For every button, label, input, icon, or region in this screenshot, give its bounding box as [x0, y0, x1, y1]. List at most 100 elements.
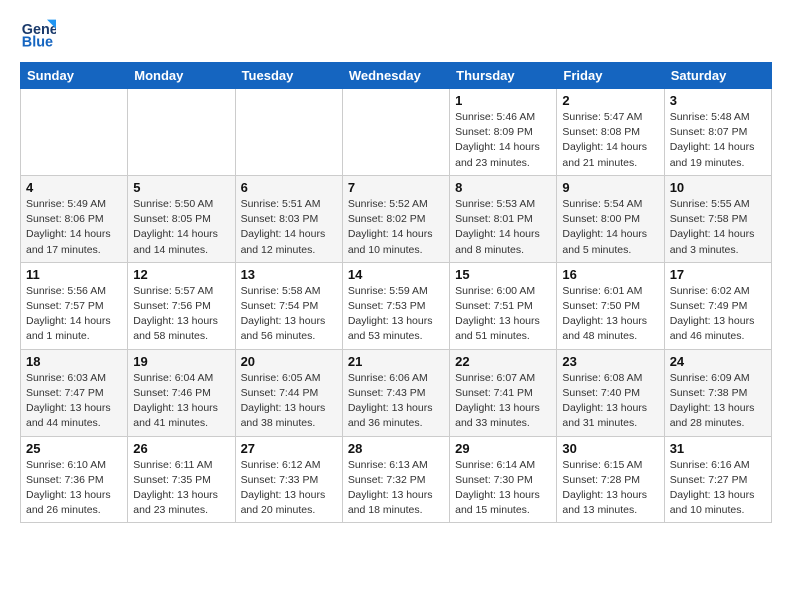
- day-number: 14: [348, 267, 444, 282]
- week-row-5: 25 Sunrise: 6:10 AM Sunset: 7:36 PM Dayli…: [21, 436, 772, 523]
- calendar-cell: 31 Sunrise: 6:16 AM Sunset: 7:27 PM Dayli…: [664, 436, 771, 523]
- calendar-cell: 9 Sunrise: 5:54 AM Sunset: 8:00 PM Daylig…: [557, 175, 664, 262]
- calendar-cell: [21, 89, 128, 176]
- day-number: 28: [348, 441, 444, 456]
- day-number: 1: [455, 93, 551, 108]
- day-info: Sunrise: 5:54 AM Sunset: 8:00 PM Dayligh…: [562, 197, 658, 258]
- day-info: Sunrise: 5:51 AM Sunset: 8:03 PM Dayligh…: [241, 197, 337, 258]
- calendar-cell: 23Sunrise: 6:08 AM Sunset: 7:40 PM Dayli…: [557, 349, 664, 436]
- day-number: 7: [348, 180, 444, 195]
- calendar-cell: 6 Sunrise: 5:51 AM Sunset: 8:03 PM Daylig…: [235, 175, 342, 262]
- day-info: Sunrise: 5:50 AM Sunset: 8:05 PM Dayligh…: [133, 197, 229, 258]
- calendar-cell: 26Sunrise: 6:11 AM Sunset: 7:35 PM Dayli…: [128, 436, 235, 523]
- calendar-cell: 4 Sunrise: 5:49 AM Sunset: 8:06 PM Daylig…: [21, 175, 128, 262]
- weekday-header-sunday: Sunday: [21, 63, 128, 89]
- day-number: 3: [670, 93, 766, 108]
- day-info: Sunrise: 5:58 AM Sunset: 7:54 PM Dayligh…: [241, 284, 337, 345]
- week-row-2: 4 Sunrise: 5:49 AM Sunset: 8:06 PM Daylig…: [21, 175, 772, 262]
- calendar-cell: 10Sunrise: 5:55 AM Sunset: 7:58 PM Dayli…: [664, 175, 771, 262]
- calendar-table: SundayMondayTuesdayWednesdayThursdayFrid…: [20, 62, 772, 523]
- day-info: Sunrise: 6:10 AM Sunset: 7:36 PM Dayligh…: [26, 458, 122, 519]
- logo-icon: General Blue: [20, 16, 56, 52]
- calendar-cell: 17 Sunrise: 6:02 AM Sunset: 7:49 PM Dayli…: [664, 262, 771, 349]
- day-number: 9: [562, 180, 658, 195]
- calendar-cell: 19Sunrise: 6:04 AM Sunset: 7:46 PM Dayli…: [128, 349, 235, 436]
- day-info: Sunrise: 6:02 AM Sunset: 7:49 PM Dayligh…: [670, 284, 766, 345]
- calendar-cell: 20 Sunrise: 6:05 AM Sunset: 7:44 PM Dayli…: [235, 349, 342, 436]
- day-info: Sunrise: 6:13 AM Sunset: 7:32 PM Dayligh…: [348, 458, 444, 519]
- day-info: Sunrise: 5:55 AM Sunset: 7:58 PM Dayligh…: [670, 197, 766, 258]
- day-info: Sunrise: 5:57 AM Sunset: 7:56 PM Dayligh…: [133, 284, 229, 345]
- calendar-cell: 16 Sunrise: 6:01 AM Sunset: 7:50 PM Dayli…: [557, 262, 664, 349]
- day-number: 12: [133, 267, 229, 282]
- day-info: Sunrise: 5:53 AM Sunset: 8:01 PM Dayligh…: [455, 197, 551, 258]
- day-info: Sunrise: 5:59 AM Sunset: 7:53 PM Dayligh…: [348, 284, 444, 345]
- calendar-cell: [128, 89, 235, 176]
- day-info: Sunrise: 6:03 AM Sunset: 7:47 PM Dayligh…: [26, 371, 122, 432]
- day-info: Sunrise: 5:48 AM Sunset: 8:07 PM Dayligh…: [670, 110, 766, 171]
- weekday-header-wednesday: Wednesday: [342, 63, 449, 89]
- calendar-cell: [235, 89, 342, 176]
- day-number: 21: [348, 354, 444, 369]
- calendar-cell: 24 Sunrise: 6:09 AM Sunset: 7:38 PM Dayli…: [664, 349, 771, 436]
- day-info: Sunrise: 6:06 AM Sunset: 7:43 PM Dayligh…: [348, 371, 444, 432]
- weekday-header-thursday: Thursday: [450, 63, 557, 89]
- calendar-cell: 8 Sunrise: 5:53 AM Sunset: 8:01 PM Daylig…: [450, 175, 557, 262]
- day-number: 24: [670, 354, 766, 369]
- day-info: Sunrise: 6:16 AM Sunset: 7:27 PM Dayligh…: [670, 458, 766, 519]
- week-row-3: 11 Sunrise: 5:56 AM Sunset: 7:57 PM Dayli…: [21, 262, 772, 349]
- day-info: Sunrise: 6:14 AM Sunset: 7:30 PM Dayligh…: [455, 458, 551, 519]
- day-number: 31: [670, 441, 766, 456]
- svg-text:Blue: Blue: [22, 35, 53, 51]
- day-info: Sunrise: 5:49 AM Sunset: 8:06 PM Dayligh…: [26, 197, 122, 258]
- calendar-cell: 11 Sunrise: 5:56 AM Sunset: 7:57 PM Dayli…: [21, 262, 128, 349]
- day-number: 15: [455, 267, 551, 282]
- calendar-cell: 5 Sunrise: 5:50 AM Sunset: 8:05 PM Daylig…: [128, 175, 235, 262]
- day-number: 25: [26, 441, 122, 456]
- day-number: 27: [241, 441, 337, 456]
- day-number: 20: [241, 354, 337, 369]
- weekday-header-tuesday: Tuesday: [235, 63, 342, 89]
- day-info: Sunrise: 5:46 AM Sunset: 8:09 PM Dayligh…: [455, 110, 551, 171]
- day-info: Sunrise: 5:56 AM Sunset: 7:57 PM Dayligh…: [26, 284, 122, 345]
- day-number: 8: [455, 180, 551, 195]
- day-info: Sunrise: 6:15 AM Sunset: 7:28 PM Dayligh…: [562, 458, 658, 519]
- calendar-cell: 21 Sunrise: 6:06 AM Sunset: 7:43 PM Dayli…: [342, 349, 449, 436]
- day-number: 16: [562, 267, 658, 282]
- day-info: Sunrise: 6:05 AM Sunset: 7:44 PM Dayligh…: [241, 371, 337, 432]
- day-number: 5: [133, 180, 229, 195]
- day-number: 22: [455, 354, 551, 369]
- day-number: 17: [670, 267, 766, 282]
- calendar-cell: 1 Sunrise: 5:46 AM Sunset: 8:09 PM Daylig…: [450, 89, 557, 176]
- day-info: Sunrise: 6:04 AM Sunset: 7:46 PM Dayligh…: [133, 371, 229, 432]
- day-number: 30: [562, 441, 658, 456]
- week-row-4: 18Sunrise: 6:03 AM Sunset: 7:47 PM Dayli…: [21, 349, 772, 436]
- weekday-header-monday: Monday: [128, 63, 235, 89]
- day-number: 2: [562, 93, 658, 108]
- week-row-1: 1 Sunrise: 5:46 AM Sunset: 8:09 PM Daylig…: [21, 89, 772, 176]
- day-number: 4: [26, 180, 122, 195]
- day-info: Sunrise: 6:12 AM Sunset: 7:33 PM Dayligh…: [241, 458, 337, 519]
- day-number: 26: [133, 441, 229, 456]
- logo: General Blue: [20, 16, 58, 52]
- calendar-cell: 2Sunrise: 5:47 AM Sunset: 8:08 PM Daylig…: [557, 89, 664, 176]
- day-number: 29: [455, 441, 551, 456]
- day-info: Sunrise: 6:01 AM Sunset: 7:50 PM Dayligh…: [562, 284, 658, 345]
- day-number: 13: [241, 267, 337, 282]
- calendar-cell: 22Sunrise: 6:07 AM Sunset: 7:41 PM Dayli…: [450, 349, 557, 436]
- calendar-cell: 30 Sunrise: 6:15 AM Sunset: 7:28 PM Dayli…: [557, 436, 664, 523]
- calendar-cell: 15 Sunrise: 6:00 AM Sunset: 7:51 PM Dayli…: [450, 262, 557, 349]
- weekday-header-friday: Friday: [557, 63, 664, 89]
- day-info: Sunrise: 6:09 AM Sunset: 7:38 PM Dayligh…: [670, 371, 766, 432]
- calendar-cell: 13 Sunrise: 5:58 AM Sunset: 7:54 PM Dayli…: [235, 262, 342, 349]
- page-header: General Blue: [20, 16, 772, 52]
- day-info: Sunrise: 5:52 AM Sunset: 8:02 PM Dayligh…: [348, 197, 444, 258]
- day-info: Sunrise: 6:00 AM Sunset: 7:51 PM Dayligh…: [455, 284, 551, 345]
- calendar-cell: 28 Sunrise: 6:13 AM Sunset: 7:32 PM Dayli…: [342, 436, 449, 523]
- calendar-cell: 7 Sunrise: 5:52 AM Sunset: 8:02 PM Daylig…: [342, 175, 449, 262]
- weekday-header-row: SundayMondayTuesdayWednesdayThursdayFrid…: [21, 63, 772, 89]
- calendar-cell: 27 Sunrise: 6:12 AM Sunset: 7:33 PM Dayli…: [235, 436, 342, 523]
- day-number: 11: [26, 267, 122, 282]
- calendar-cell: 18Sunrise: 6:03 AM Sunset: 7:47 PM Dayli…: [21, 349, 128, 436]
- day-number: 6: [241, 180, 337, 195]
